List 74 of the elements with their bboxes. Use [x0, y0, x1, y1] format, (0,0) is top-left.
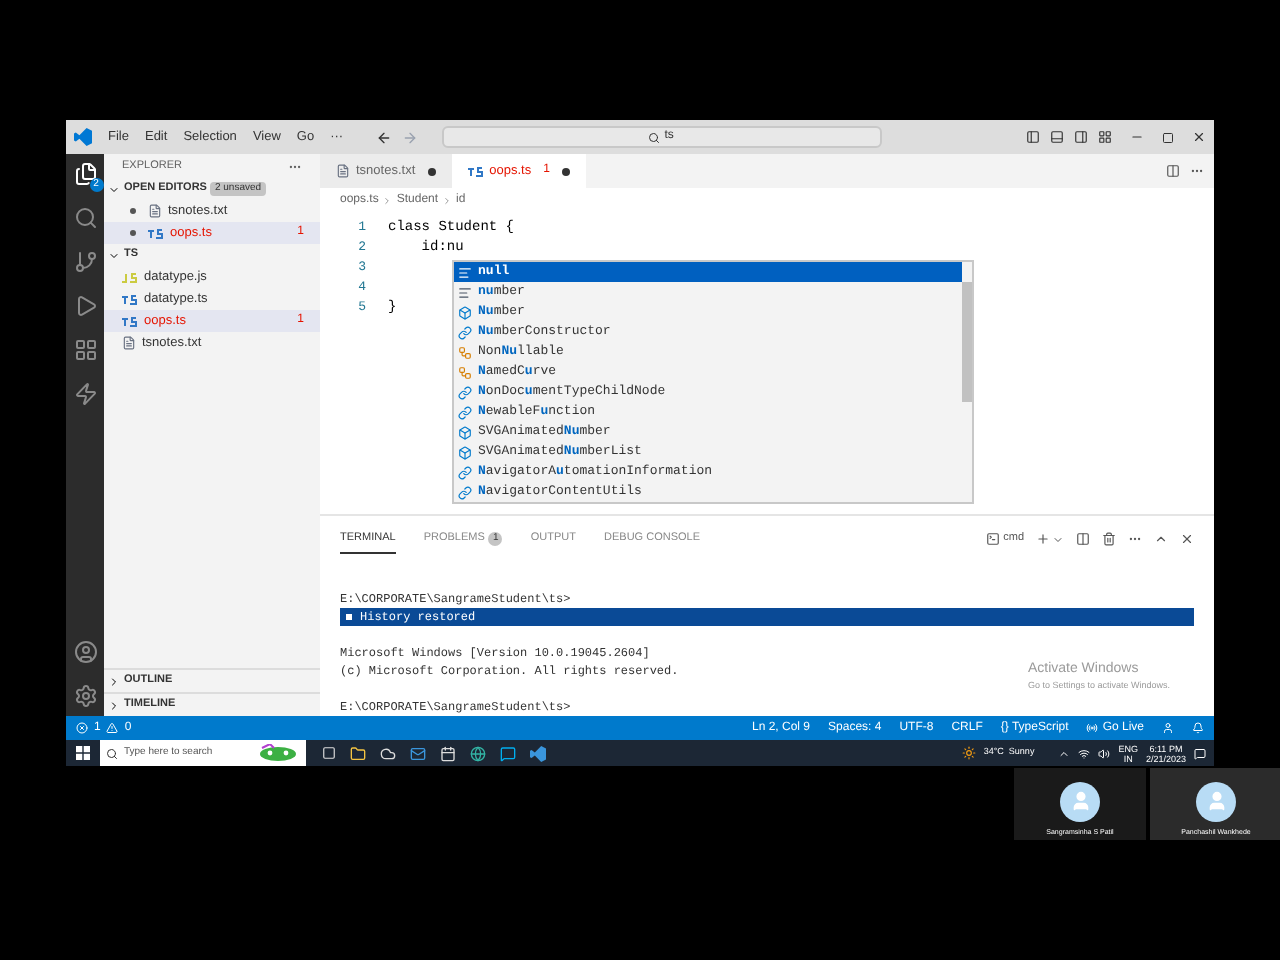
typescript-file-icon	[467, 165, 484, 177]
new-terminal-icon[interactable]	[1036, 532, 1050, 546]
class-icon	[458, 345, 472, 359]
notification-icon[interactable]	[1192, 722, 1204, 734]
explorer-icon[interactable]	[73, 162, 97, 186]
search-icon	[106, 747, 118, 759]
minimize-icon[interactable]	[1130, 130, 1144, 144]
maximize-icon[interactable]	[1162, 131, 1174, 143]
chevron-down-icon	[108, 183, 120, 195]
network-icon[interactable]	[1078, 747, 1091, 759]
variable-icon	[458, 445, 472, 459]
extensions-icon[interactable]	[73, 338, 97, 362]
weather-icon[interactable]	[961, 746, 976, 760]
source-control-icon[interactable]	[73, 250, 97, 274]
mask-icon	[256, 744, 300, 762]
mail-icon[interactable]	[410, 745, 426, 761]
chevron-right-icon	[382, 195, 393, 205]
volume-icon[interactable]	[1098, 747, 1111, 759]
variable-icon	[458, 305, 472, 319]
keyword-icon	[458, 265, 472, 279]
chevron-right-icon	[442, 195, 453, 205]
scrollbar[interactable]	[962, 282, 972, 402]
class-icon	[458, 365, 472, 379]
browser-icon[interactable]	[470, 745, 486, 761]
search-icon	[648, 131, 661, 143]
trash-icon[interactable]	[1102, 532, 1116, 546]
run-debug-icon[interactable]	[73, 294, 97, 318]
error-icon[interactable]	[76, 722, 88, 734]
keyword-icon	[458, 285, 472, 299]
layout-icon[interactable]	[1098, 130, 1112, 144]
windows-start-icon[interactable]	[76, 746, 90, 760]
broadcast-icon	[1086, 722, 1099, 734]
chat-app-icon[interactable]	[500, 745, 516, 761]
toggle-sidebar-icon[interactable]	[1026, 130, 1040, 144]
chevron-down-icon	[108, 249, 120, 261]
interface-icon	[458, 325, 472, 339]
notifications-icon[interactable]	[1194, 747, 1206, 759]
vscode-logo-icon	[74, 128, 92, 146]
more-icon[interactable]	[1190, 164, 1204, 178]
split-editor-icon[interactable]	[1166, 164, 1180, 178]
tray-expand-icon[interactable]	[1058, 747, 1071, 759]
weather-app-icon[interactable]	[380, 745, 396, 761]
warning-icon[interactable]	[106, 722, 119, 734]
interface-icon	[458, 385, 472, 399]
task-view-icon[interactable]	[322, 746, 336, 760]
vscode-taskbar-icon[interactable]	[530, 745, 546, 761]
settings-icon[interactable]	[73, 684, 97, 708]
close-icon[interactable]	[1180, 532, 1194, 546]
interface-icon	[458, 465, 472, 479]
variable-icon	[458, 425, 472, 439]
javascript-file-icon	[122, 271, 138, 283]
typescript-file-icon	[122, 315, 138, 327]
interface-icon	[458, 405, 472, 419]
typescript-file-icon	[122, 293, 138, 305]
text-file-icon	[336, 164, 350, 178]
text-file-icon	[122, 336, 136, 350]
terminal-icon	[985, 532, 1000, 546]
maximize-panel-icon[interactable]	[1154, 532, 1168, 546]
file-explorer-icon[interactable]	[350, 745, 366, 761]
person-icon	[1069, 790, 1091, 813]
accounts-icon[interactable]	[73, 640, 97, 664]
text-file-icon	[148, 204, 162, 218]
typescript-file-icon	[148, 227, 164, 239]
more-icon[interactable]	[1128, 532, 1142, 546]
close-icon[interactable]	[1192, 130, 1206, 144]
search-icon[interactable]	[73, 206, 97, 230]
back-icon[interactable]	[375, 129, 392, 145]
split-terminal-icon[interactable]	[1076, 532, 1090, 546]
toggle-secondary-sidebar-icon[interactable]	[1074, 130, 1088, 144]
feedback-icon[interactable]	[1162, 722, 1174, 734]
interface-icon	[458, 485, 472, 499]
person-icon	[1205, 790, 1227, 813]
toggle-panel-icon[interactable]	[1050, 130, 1064, 144]
lightning-icon[interactable]	[73, 382, 97, 406]
